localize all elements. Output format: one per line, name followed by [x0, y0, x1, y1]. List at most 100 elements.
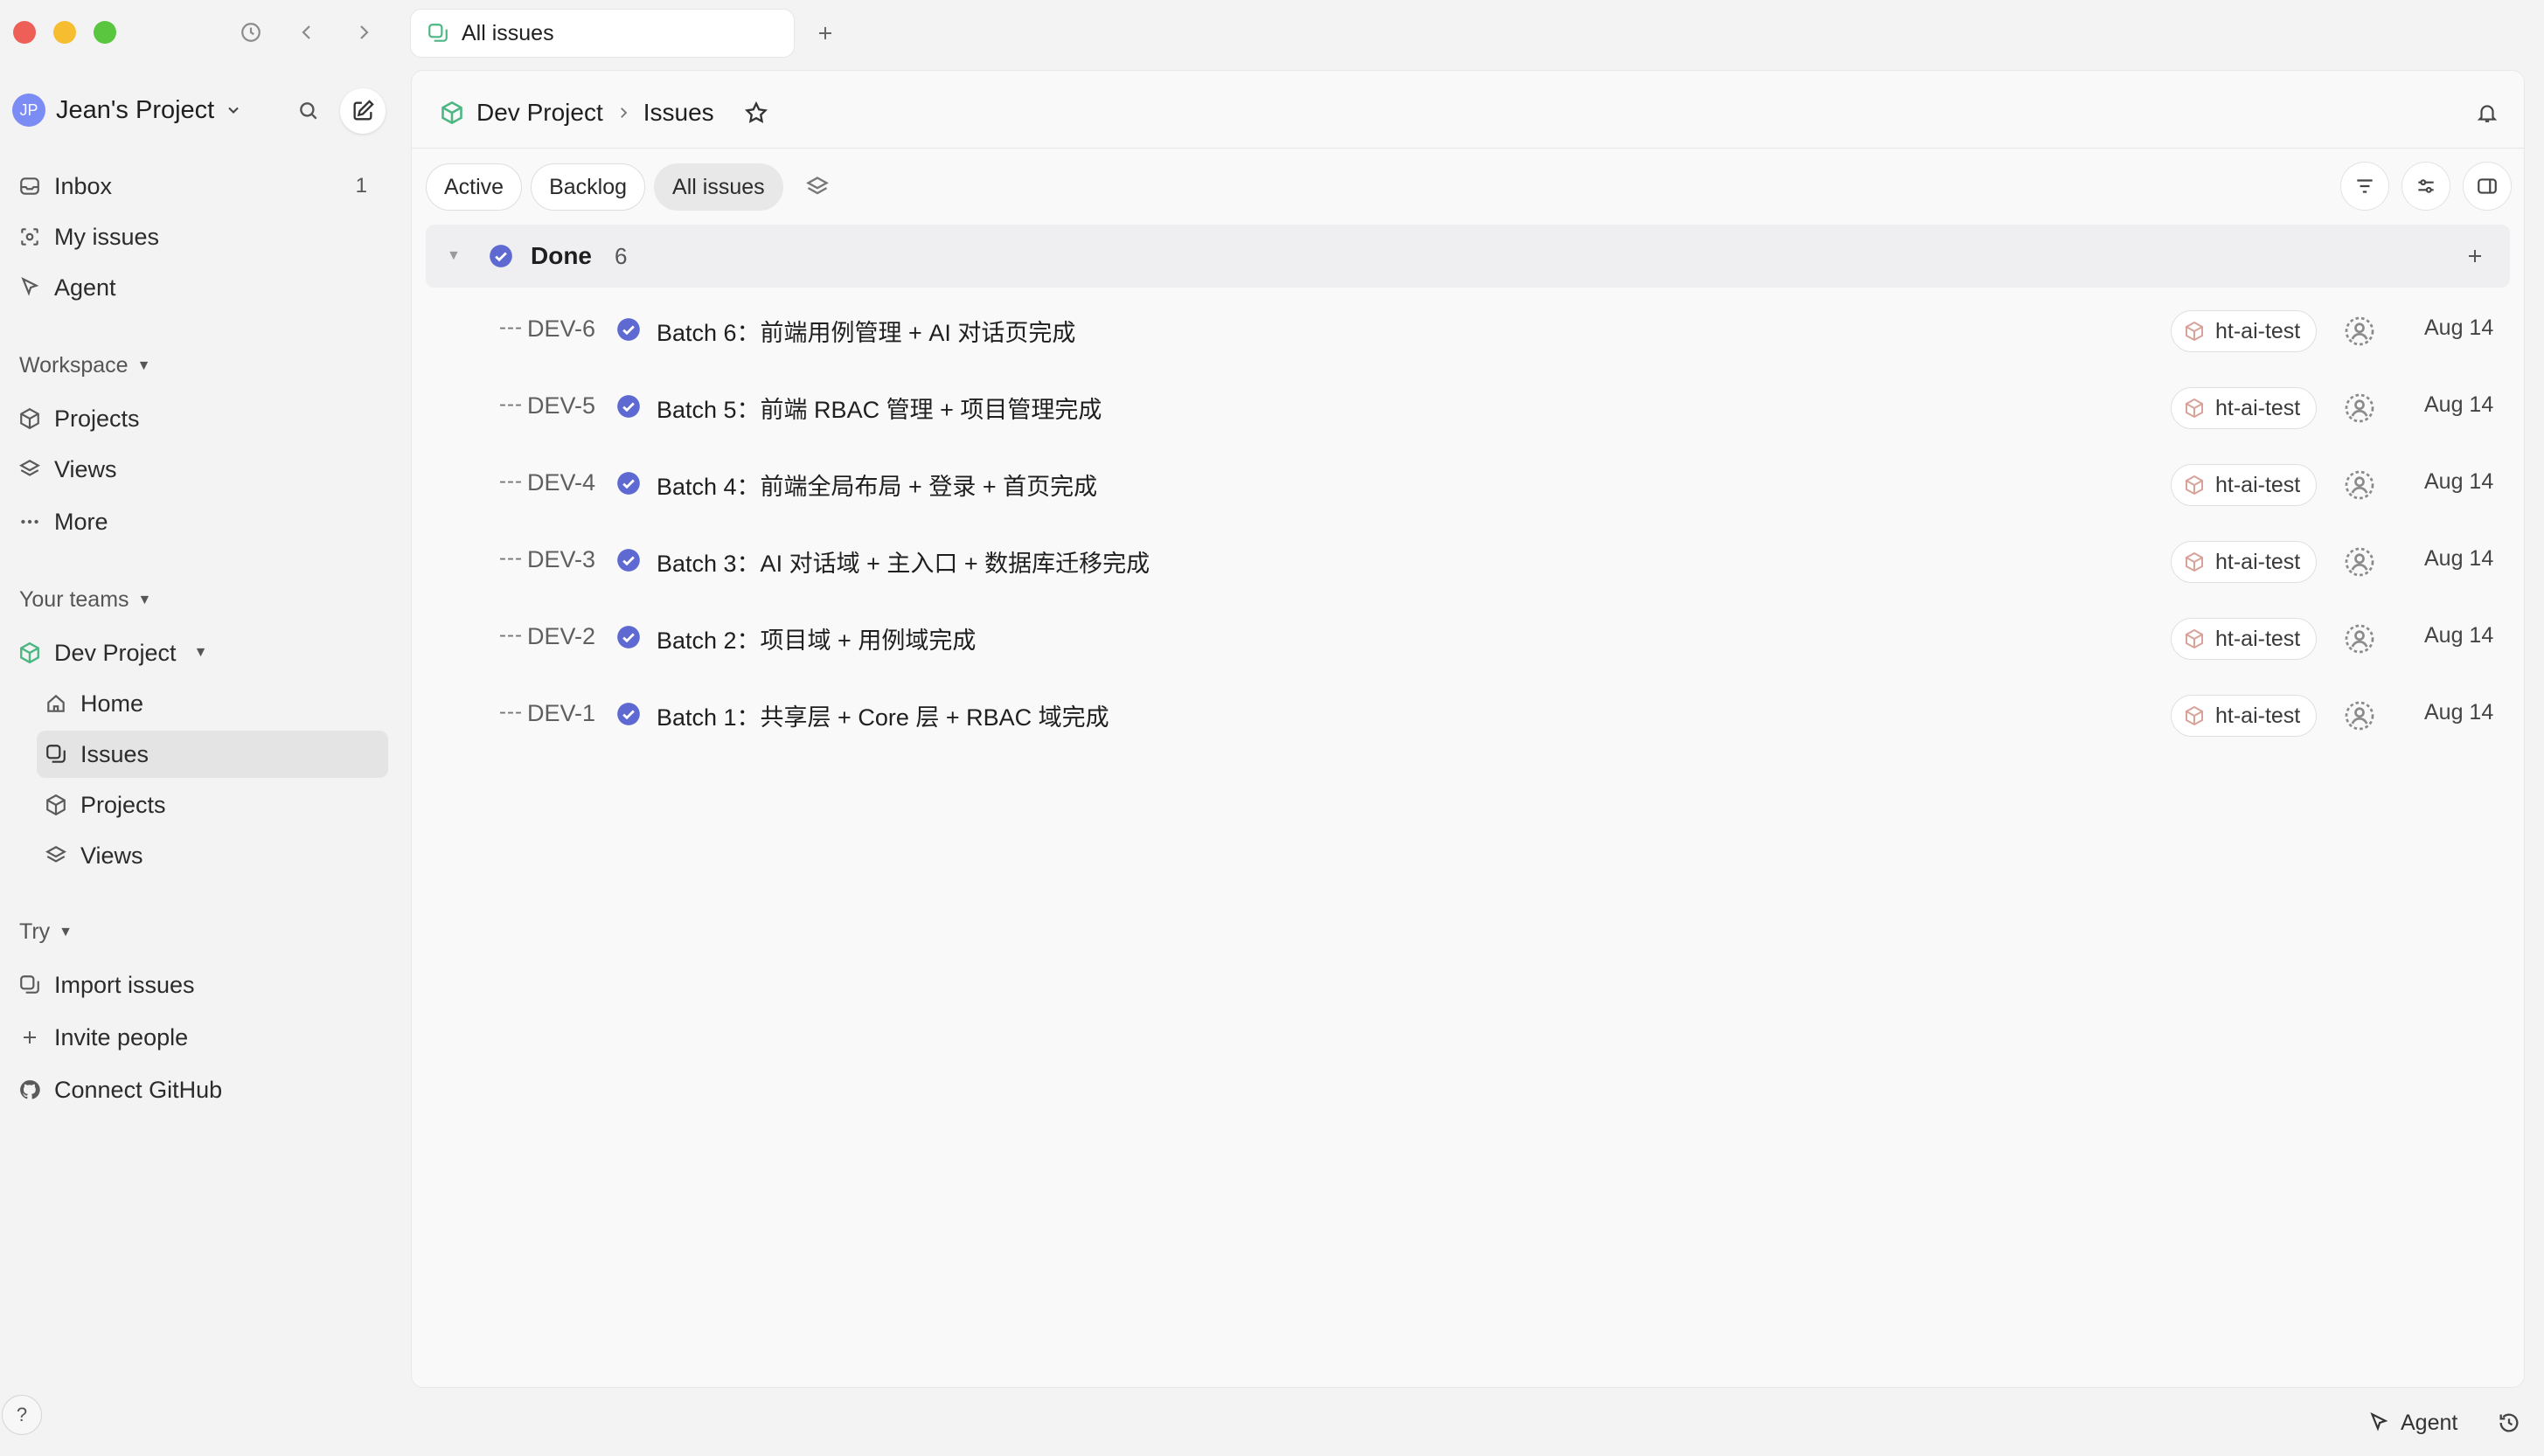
sidebar-item-inbox[interactable]: Inbox 1	[10, 163, 388, 210]
add-issue-icon[interactable]	[2461, 242, 2489, 270]
notification-bell-icon[interactable]	[2471, 97, 2503, 128]
tab-all-issues[interactable]: All issues	[654, 163, 783, 211]
issue-row-dev-3[interactable]: --- DEV-3 Batch 3：AI 对话域 + 主入口 + 数据库迁移完成…	[426, 523, 2510, 600]
unassigned-avatar-icon[interactable]	[2344, 469, 2375, 501]
sidebar-item-invite-people[interactable]: Invite people	[10, 1014, 388, 1061]
issue-date: Aug 14	[2424, 315, 2494, 340]
sidebar-item-team-projects[interactable]: Projects	[37, 781, 388, 829]
sidebar-item-more[interactable]: More	[10, 498, 388, 545]
caret-down-icon: ▼	[136, 357, 151, 373]
view-tabs: Active Backlog All issues	[426, 163, 836, 211]
display-options-icon[interactable]	[2402, 162, 2450, 211]
sidebar-item-label: Projects	[54, 405, 140, 432]
unassigned-avatar-icon[interactable]	[2344, 392, 2375, 424]
issue-row-dev-1[interactable]: --- DEV-1 Batch 1：共享层 + Core 层 + RBAC 域完…	[426, 677, 2510, 754]
tab-active[interactable]: Active	[426, 163, 523, 211]
priority-none-icon[interactable]: ---	[499, 315, 523, 340]
done-status-icon	[489, 244, 513, 268]
breadcrumb-page[interactable]: Issues	[643, 99, 714, 127]
project-name: ht-ai-test	[2215, 549, 2301, 574]
project-badge[interactable]: ht-ai-test	[2171, 695, 2318, 737]
priority-none-icon[interactable]: ---	[499, 392, 523, 417]
sidebar-item-projects[interactable]: Projects	[10, 395, 388, 442]
priority-none-icon[interactable]: ---	[499, 700, 523, 725]
window-maximize-button[interactable]	[94, 21, 116, 44]
sidebar-item-import-issues[interactable]: Import issues	[10, 961, 388, 1009]
history-icon[interactable]	[236, 17, 266, 47]
done-status-icon[interactable]	[616, 548, 641, 572]
sidebar-item-views[interactable]: Views	[10, 446, 388, 493]
caret-down-icon[interactable]: ▼	[447, 248, 461, 264]
group-header-done[interactable]: ▼ Done 6	[426, 225, 2510, 288]
filter-icon[interactable]	[2340, 162, 2389, 211]
section-title: Your teams	[19, 587, 129, 612]
window-close-button[interactable]	[13, 21, 36, 44]
breadcrumb: Dev Project Issues	[440, 92, 768, 134]
project-cube-icon	[2184, 475, 2205, 496]
sidebar-team-dev-project[interactable]: Dev Project ▼	[10, 629, 388, 676]
issue-row-dev-6[interactable]: --- DEV-6 Batch 6：前端用例管理 + AI 对话页完成 ht-a…	[426, 293, 2510, 370]
issue-row-dev-4[interactable]: --- DEV-4 Batch 4：前端全局布局 + 登录 + 首页完成 ht-…	[426, 447, 2510, 523]
window-minimize-button[interactable]	[53, 21, 76, 44]
unassigned-avatar-icon[interactable]	[2344, 546, 2375, 578]
new-tab-button[interactable]	[810, 17, 841, 49]
workspace-switcher[interactable]: JP Jean's Project	[12, 89, 242, 131]
issue-row-dev-5[interactable]: --- DEV-5 Batch 5：前端 RBAC 管理 + 项目管理完成 ht…	[426, 370, 2510, 447]
sidebar-item-my-issues[interactable]: My issues	[10, 213, 388, 260]
done-status-icon[interactable]	[616, 317, 641, 342]
star-icon[interactable]	[744, 101, 768, 125]
new-issue-button[interactable]	[340, 88, 386, 134]
project-badge[interactable]: ht-ai-test	[2171, 387, 2318, 429]
unassigned-avatar-icon[interactable]	[2344, 623, 2375, 655]
team-name: Dev Project	[54, 639, 177, 666]
sidebar-item-label: My issues	[54, 223, 160, 250]
sidebar-item-issues[interactable]: Issues	[37, 731, 388, 778]
agent-label: Agent	[2401, 1410, 2458, 1435]
team-cube-icon	[440, 101, 464, 125]
issue-id: DEV-2	[527, 623, 596, 649]
project-badge[interactable]: ht-ai-test	[2171, 464, 2318, 506]
issue-row-dev-2[interactable]: --- DEV-2 Batch 2：项目域 + 用例域完成 ht-ai-test…	[426, 600, 2510, 677]
group-count: 6	[615, 242, 628, 269]
side-panel-icon[interactable]	[2463, 162, 2512, 211]
workspace-section-header[interactable]: Workspace ▼	[19, 353, 150, 378]
layers-icon[interactable]	[799, 169, 836, 205]
my-issues-icon	[17, 225, 42, 249]
sidebar-item-label: Inbox	[54, 172, 113, 199]
sidebar-item-team-views[interactable]: Views	[37, 832, 388, 879]
tab-backlog[interactable]: Backlog	[531, 163, 646, 211]
workspace-name: Jean's Project	[56, 95, 215, 124]
browser-tab-all-issues[interactable]: All issues	[411, 10, 794, 57]
unassigned-avatar-icon[interactable]	[2344, 700, 2375, 731]
help-button[interactable]: ?	[2, 1395, 42, 1435]
search-icon[interactable]	[292, 94, 325, 128]
teams-section-header[interactable]: Your teams ▼	[19, 587, 151, 613]
sidebar: JP Jean's Project Inbox 1 My issues Agen…	[0, 66, 407, 1456]
agent-cursor-icon	[17, 275, 42, 300]
priority-none-icon[interactable]: ---	[499, 623, 523, 648]
priority-none-icon[interactable]: ---	[499, 469, 523, 494]
done-status-icon[interactable]	[616, 625, 641, 649]
agent-button[interactable]: Agent	[2367, 1405, 2457, 1440]
project-badge[interactable]: ht-ai-test	[2171, 310, 2318, 352]
done-status-icon[interactable]	[616, 702, 641, 726]
sidebar-item-home[interactable]: Home	[37, 680, 388, 727]
sidebar-item-label: Agent	[54, 274, 116, 301]
history-icon[interactable]	[2493, 1407, 2525, 1439]
back-arrow-icon[interactable]	[292, 17, 322, 47]
issue-date: Aug 14	[2424, 546, 2494, 571]
forward-arrow-icon[interactable]	[349, 17, 379, 47]
sidebar-item-agent[interactable]: Agent	[10, 264, 388, 311]
more-dots-icon	[17, 510, 42, 534]
done-status-icon[interactable]	[616, 394, 641, 419]
project-cube-icon	[2184, 628, 2205, 649]
project-badge[interactable]: ht-ai-test	[2171, 541, 2318, 583]
breadcrumb-project[interactable]: Dev Project	[476, 99, 603, 127]
try-section-header[interactable]: Try ▼	[19, 919, 73, 945]
project-badge[interactable]: ht-ai-test	[2171, 618, 2318, 660]
priority-none-icon[interactable]: ---	[499, 546, 523, 571]
sidebar-item-connect-github[interactable]: Connect GitHub	[10, 1066, 388, 1113]
done-status-icon[interactable]	[616, 471, 641, 496]
unassigned-avatar-icon[interactable]	[2344, 315, 2375, 347]
issue-date: Aug 14	[2424, 392, 2494, 417]
